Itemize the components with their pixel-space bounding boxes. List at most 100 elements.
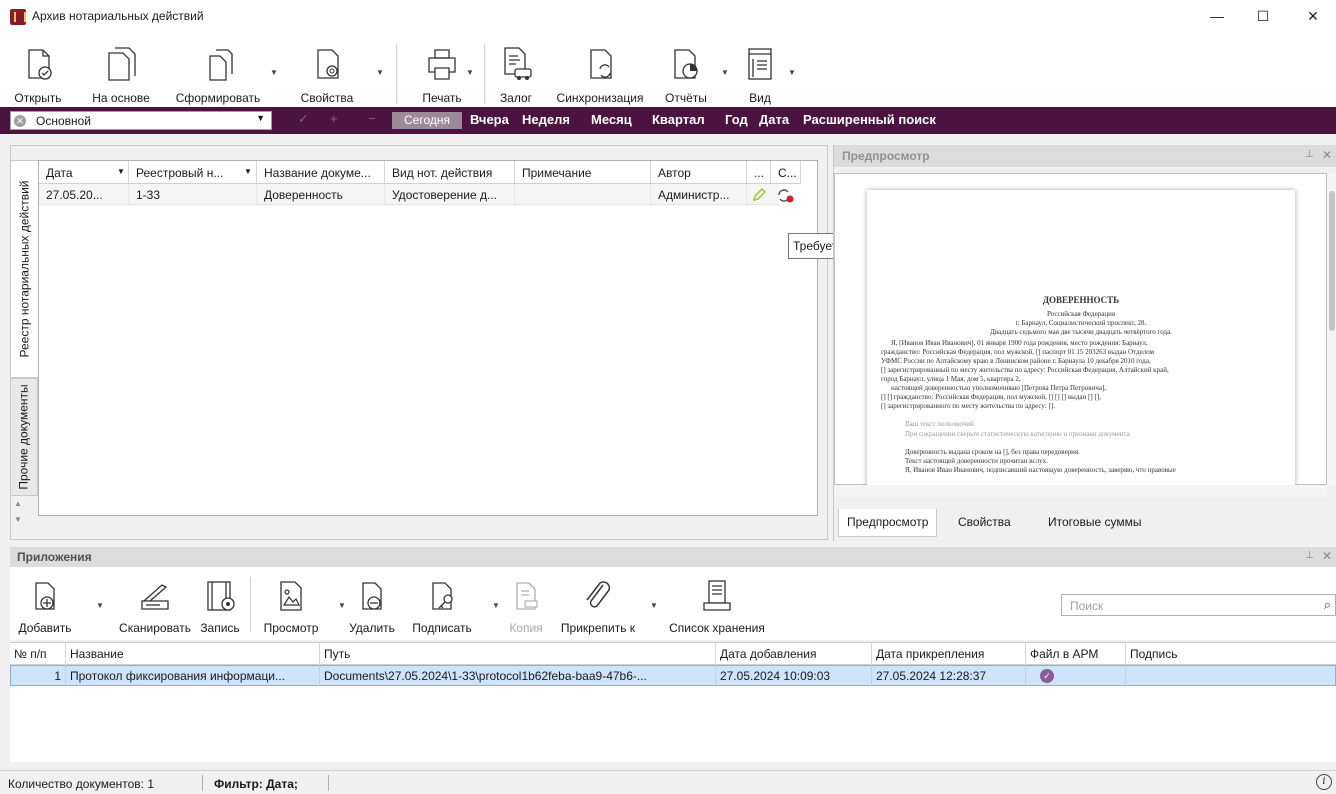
- col-date[interactable]: Дата: [39, 161, 129, 184]
- delete-attachment-button[interactable]: Удалить: [340, 567, 404, 640]
- col-reg-number[interactable]: Реестровый н...: [129, 161, 257, 184]
- sync-button[interactable]: Синхронизация: [550, 32, 650, 107]
- minimize-button[interactable]: —: [1194, 0, 1240, 32]
- add-attachment-button[interactable]: Добавить: [16, 567, 74, 640]
- tab-preview[interactable]: Предпросмотр: [838, 509, 938, 537]
- sort-dropdown-icon[interactable]: ▼: [244, 167, 252, 176]
- pencil-icon[interactable]: [751, 187, 767, 203]
- tab-totals[interactable]: Итоговые суммы: [1040, 509, 1149, 537]
- doc-line: Ваш текст полномочий.: [905, 420, 976, 428]
- pledge-button[interactable]: Залог: [494, 32, 538, 107]
- clear-icon[interactable]: ✕: [14, 115, 26, 127]
- close-icon[interactable]: ✕: [1322, 148, 1332, 162]
- doc-line: [] зарегистрированный по месту жительств…: [881, 366, 1169, 374]
- properties-label: Свойства: [300, 91, 354, 105]
- window-title: Архив нотариальных действий: [32, 9, 204, 23]
- scan-button[interactable]: Сканировать: [112, 567, 198, 640]
- filter-advanced-search[interactable]: Расширенный поиск: [803, 112, 936, 127]
- tab-other-label: Прочие документы: [17, 384, 31, 490]
- maximize-button[interactable]: ☐: [1240, 0, 1286, 32]
- filter-year[interactable]: Год: [725, 112, 748, 127]
- apply-filter-button[interactable]: ✓: [298, 111, 309, 127]
- col-action-type[interactable]: Вид нот. действия: [385, 161, 515, 184]
- col-date-attached[interactable]: Дата прикрепления: [872, 643, 1026, 665]
- properties-dropdown-icon[interactable]: ▼: [376, 68, 384, 77]
- print-label: Печать: [422, 91, 462, 105]
- col-extra[interactable]: ...: [747, 161, 771, 184]
- preview-viewport[interactable]: ДОВЕРЕННОСТЬ Российская Федерация г. Бар…: [834, 173, 1327, 486]
- status-bar: Количество документов: 1 Фильтр: Дата; i: [0, 770, 1336, 794]
- remove-filter-button[interactable]: −: [368, 111, 376, 126]
- doc-line: настоящей доверенностью уполномочиваю [П…: [891, 384, 1107, 392]
- reports-button[interactable]: Отчёты: [662, 32, 710, 107]
- vertical-scrollbar[interactable]: [1327, 173, 1336, 485]
- doc-line: Я, [Иванов Иван Иванович], 01 января 190…: [891, 339, 1148, 347]
- view-dropdown-icon[interactable]: ▼: [788, 68, 796, 77]
- col-note[interactable]: Примечание: [515, 161, 651, 184]
- tab-registry[interactable]: Реестр нотариальных действий: [10, 160, 38, 378]
- col-status[interactable]: С...: [771, 161, 801, 184]
- col-name[interactable]: Название: [66, 643, 320, 665]
- scroll-down-icon[interactable]: ▼: [14, 515, 22, 524]
- filter-week[interactable]: Неделя: [522, 112, 570, 127]
- tab-properties[interactable]: Свойства: [950, 509, 1019, 537]
- view-attachment-button[interactable]: Просмотр: [258, 567, 324, 640]
- reports-dropdown-icon[interactable]: ▼: [721, 68, 729, 77]
- pin-icon[interactable]: ⊥: [1305, 550, 1314, 561]
- sync-required-icon[interactable]: [776, 187, 794, 203]
- doc-line: При сокращении сверьте статистическую ка…: [905, 430, 1130, 438]
- print-button[interactable]: Печать: [414, 32, 470, 107]
- filter-today[interactable]: Сегодня: [392, 112, 462, 129]
- filter-month[interactable]: Месяц: [591, 112, 632, 127]
- scroll-up-icon[interactable]: ▲: [14, 499, 22, 508]
- info-icon[interactable]: i: [1316, 774, 1332, 790]
- filter-yesterday[interactable]: Вчера: [470, 112, 509, 127]
- tab-other-documents[interactable]: Прочие документы: [10, 378, 38, 496]
- document-count: Количество документов: 1: [8, 777, 155, 791]
- attach-to-button[interactable]: Прикрепить к: [550, 567, 646, 640]
- based-on-button[interactable]: На основе: [86, 32, 156, 107]
- archive-list-icon: [698, 577, 736, 615]
- col-doc-name[interactable]: Название докуме...: [257, 161, 385, 184]
- print-dropdown-icon[interactable]: ▼: [466, 68, 474, 77]
- chevron-down-icon[interactable]: ▼: [256, 113, 265, 123]
- col-num[interactable]: № п/п: [10, 643, 66, 665]
- add-dropdown-icon[interactable]: ▼: [96, 601, 104, 610]
- open-button[interactable]: Открыть: [10, 32, 66, 107]
- sign-dropdown-icon[interactable]: ▼: [492, 601, 500, 610]
- attach-dropdown-icon[interactable]: ▼: [650, 601, 658, 610]
- doc-line: Я, Иванов Иван Иванович, подписавший нас…: [905, 466, 1176, 474]
- record-button[interactable]: Запись: [198, 567, 242, 640]
- storage-list-label: Список хранения: [669, 621, 765, 635]
- add-filter-button[interactable]: +: [330, 111, 338, 126]
- pin-icon[interactable]: ⊥: [1305, 149, 1314, 160]
- col-path[interactable]: Путь: [320, 643, 716, 665]
- active-filter: Фильтр: Дата;: [214, 777, 298, 791]
- doc-line: [] [] гражданство: Российская Федерация,…: [881, 393, 1101, 401]
- cell-num: 1: [10, 665, 66, 686]
- filter-quarter[interactable]: Квартал: [652, 112, 705, 127]
- horizontal-scrollbar[interactable]: [834, 485, 1327, 497]
- properties-button[interactable]: Свойства: [296, 32, 358, 107]
- col-author[interactable]: Автор: [651, 161, 747, 184]
- search-input[interactable]: Поиск ⌕: [1061, 594, 1336, 616]
- close-icon[interactable]: ✕: [1322, 549, 1332, 563]
- doc-line: Доверенность выдана сроком на [], без пр…: [905, 448, 1080, 456]
- col-date-added[interactable]: Дата добавления: [716, 643, 872, 665]
- storage-list-button[interactable]: Список хранения: [662, 567, 772, 640]
- filter-date[interactable]: Дата: [759, 112, 789, 127]
- filter-scheme-select[interactable]: ✕ Основной ▼: [10, 111, 272, 130]
- sign-button[interactable]: Подписать: [406, 567, 478, 640]
- form-button[interactable]: Сформировать: [172, 32, 264, 107]
- form-dropdown-icon[interactable]: ▼: [270, 68, 278, 77]
- cell-action-type: Удостоверение д...: [385, 184, 515, 205]
- close-button[interactable]: ✕: [1290, 0, 1336, 32]
- col-file-in-arm[interactable]: Файл в АРМ: [1026, 643, 1126, 665]
- view-button[interactable]: Вид: [738, 32, 782, 107]
- cell-reg-number: 1-33: [129, 184, 257, 205]
- search-icon[interactable]: ⌕: [1324, 597, 1331, 613]
- scrollbar-thumb[interactable]: [1329, 191, 1335, 331]
- copy-attachment-button[interactable]: Копия: [504, 567, 548, 640]
- col-signature[interactable]: Подпись: [1126, 643, 1336, 665]
- sort-dropdown-icon[interactable]: ▼: [117, 167, 125, 176]
